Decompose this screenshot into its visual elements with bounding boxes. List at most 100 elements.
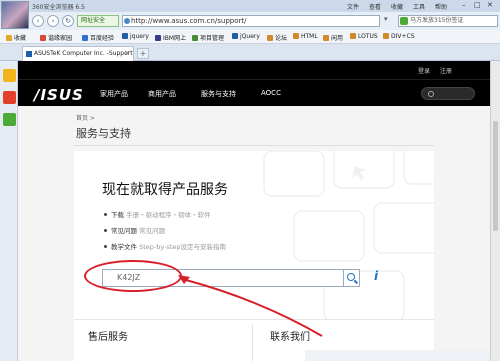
favorite-icon [293,33,299,39]
favorite-label: 项目管理 [200,35,225,42]
site-navigation: /ISUS 家用产品 商用产品 服务与支持 AOCC [18,79,490,106]
favorite-item[interactable]: LOTUS [350,33,378,40]
url-text: http://www.asus.com.cn/support/ [131,17,247,25]
minimize-button[interactable]: – [462,1,466,9]
menu-favorites[interactable]: 收藏 [391,2,403,11]
tab-bar: ASUSTeK Computer Inc. -Support × + [0,44,500,61]
window-title: 360安全浏览器 6.5 [32,4,85,11]
tab-close-icon[interactable]: × [124,47,130,60]
favorite-item[interactable]: 项目管理 [192,33,224,42]
asus-logo[interactable]: /ISUS [34,86,84,104]
favorite-icon [267,35,273,41]
search-placeholder: 马方发放315份签证 [410,17,464,24]
bullet-tutorial: 教学文件 Step-by-step设定与安装指南 [104,241,226,251]
favorite-icon [40,35,46,41]
favorite-item[interactable]: 闲用 [323,33,343,42]
hero-title: 现在就取得产品服务 [102,182,228,198]
star-icon[interactable] [3,69,16,82]
favorite-label: IBM网上 [163,35,187,42]
menu-file[interactable]: 文件 [347,2,359,11]
favorite-icon [82,35,88,41]
app-icon[interactable] [3,113,16,126]
breadcrumb[interactable]: 首页 > [76,113,95,122]
nav-aocc[interactable]: AOCC [261,89,281,97]
favorite-item[interactable]: jquery [122,33,149,40]
tab-title: ASUSTeK Computer Inc. -Support [34,50,133,57]
site-search-input[interactable] [421,87,475,100]
favorite-item[interactable]: HTML [293,33,318,40]
favorite-icon [192,35,198,41]
browser-window: 360安全浏览器 6.5 文件 查看 收藏 工具 帮助 – □ ✕ ‹ › ↻ … [0,0,500,361]
top-account-bar: 登录 注册 [18,61,490,79]
maximize-button[interactable]: □ [474,1,481,9]
contact-heading[interactable]: 联系我们 [270,328,310,343]
favorite-label: DIV+CS [391,33,415,40]
sidebar [0,61,18,361]
favorite-label: jquery [130,33,149,40]
asus-favicon-icon [26,51,32,57]
info-icon[interactable]: i [374,269,378,283]
bullet-faq: 常见问题 常见问题 [104,225,165,235]
favorite-item[interactable]: 百度经验 [82,33,114,42]
close-button[interactable]: ✕ [487,1,493,9]
bullet-download-sub: 手册・驱动程序・韧体・软件 [126,211,211,219]
bullet-faq-sub: 常见问题 [139,227,166,235]
favorite-label: 论坛 [275,35,288,42]
login-link[interactable]: 登录 [418,66,430,75]
hero-panel: 现在就取得产品服务 下载 手册・驱动程序・韧体・软件 常见问题 常见问题 教学文… [74,151,434,319]
search-engine-icon [400,17,408,25]
favorites-bar: 收藏 谐缘家园 百度经验 jquery IBM网上 项目管理 jQuery 论坛 HTML 闲用 L… [0,30,500,44]
scrollbar-thumb[interactable] [493,121,498,231]
title-bar: 360安全浏览器 6.5 文件 查看 收藏 工具 帮助 – □ ✕ [0,0,500,12]
annotation-ring [84,260,182,292]
favorite-item[interactable]: 收藏 [6,33,26,42]
divider [252,324,253,361]
menu-help[interactable]: 帮助 [435,2,447,11]
refresh-button[interactable]: ↻ [62,15,74,27]
safety-badge[interactable]: 网址安全 [77,15,119,27]
favorite-label: jQuery [240,33,260,40]
page-title: 服务与支持 [76,127,131,140]
back-button[interactable]: ‹ [32,15,44,27]
favorite-icon [323,35,329,41]
search-input[interactable]: 马方发放315份签证 [398,15,498,27]
divider [74,145,434,146]
keyboard-background-graphic [263,151,434,319]
favorite-icon [232,33,238,39]
bullet-download-main[interactable]: 下载 [111,211,124,219]
search-icon[interactable] [344,269,360,287]
bullet-tutorial-main[interactable]: 教学文件 [111,243,137,251]
nav-service-support[interactable]: 服务与支持 [201,89,236,99]
address-bar[interactable]: http://www.asus.com.cn/support/ [122,15,380,27]
forward-button[interactable]: › [47,15,59,27]
nav-business-products[interactable]: 商用产品 [148,89,176,99]
status-bar [305,350,490,361]
dropdown-icon[interactable]: ▾ [384,15,388,23]
nav-home-products[interactable]: 家用产品 [100,89,128,99]
favorite-item[interactable]: 论坛 [267,33,287,42]
globe-icon [124,18,130,24]
favorite-item[interactable]: jQuery [232,33,260,40]
favorite-icon [122,33,128,39]
favorite-label: 谐缘家园 [48,35,73,42]
favorite-item[interactable]: 谐缘家园 [40,33,72,42]
navigation-bar: ‹ › ↻ 网址安全 http://www.asus.com.cn/suppor… [0,12,500,30]
favorite-item[interactable]: DIV+CS [383,33,415,40]
new-tab-button[interactable]: + [137,48,149,59]
vertical-scrollbar[interactable] [490,61,500,361]
tab-asus-support[interactable]: ASUSTeK Computer Inc. -Support × [22,46,134,61]
after-sales-heading[interactable]: 售后服务 [88,328,128,343]
favorite-icon [383,33,389,39]
user-avatar[interactable] [1,1,29,29]
favorite-label: 收藏 [14,35,27,42]
bullet-faq-main[interactable]: 常见问题 [111,227,137,235]
favorite-icon [6,35,12,41]
menu-view[interactable]: 查看 [369,2,381,11]
weibo-icon[interactable] [3,91,16,104]
menu-tools[interactable]: 工具 [413,2,425,11]
favorite-icon [155,35,161,41]
favorite-label: LOTUS [358,33,378,40]
favorite-item[interactable]: IBM网上 [155,33,186,42]
bullet-tutorial-sub: Step-by-step设定与安装指南 [139,243,226,251]
register-link[interactable]: 注册 [440,66,452,75]
